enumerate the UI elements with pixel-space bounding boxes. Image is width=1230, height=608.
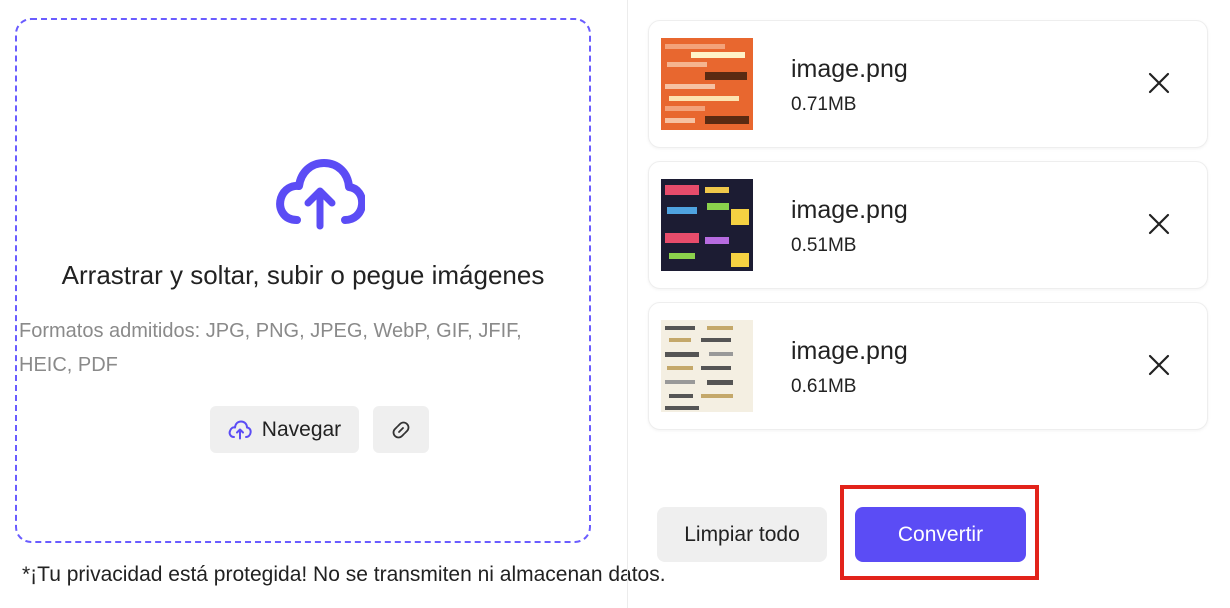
file-thumbnail [661,38,753,130]
convert-button[interactable]: Convertir [855,507,1026,562]
browse-label: Navegar [261,417,342,441]
file-card: image.png 0.61MB [648,302,1208,430]
file-card: image.png 0.51MB [648,161,1208,289]
cloud-upload-icon [276,159,365,230]
link-icon [392,421,410,438]
file-card: image.png 0.71MB [648,20,1208,148]
formats-line-2: HEIC, PDF [19,354,118,376]
supported-formats: Formatos admitidos: JPG, PNG, JPEG, WebP… [19,314,579,382]
remove-file-icon[interactable] [1147,212,1171,236]
file-thumbnail [661,320,753,412]
file-name: image.png [791,196,908,224]
cloud-upload-small-icon [228,420,252,439]
file-thumbnail [661,179,753,271]
paste-link-button[interactable] [373,406,429,453]
panel-divider [627,0,628,608]
remove-file-icon[interactable] [1147,71,1171,95]
privacy-note: *¡Tu privacidad está protegida! No se tr… [22,563,666,586]
file-size: 0.71MB [791,94,857,115]
file-size: 0.61MB [791,376,857,397]
file-size: 0.51MB [791,235,857,256]
browse-button[interactable]: Navegar [210,406,359,453]
drop-zone[interactable]: Arrastrar y soltar, subir o pegue imágen… [15,18,591,543]
clear-all-button[interactable]: Limpiar todo [657,507,827,562]
file-name: image.png [791,337,908,365]
drop-title: Arrastrar y soltar, subir o pegue imágen… [61,260,545,290]
formats-line-1: Formatos admitidos: JPG, PNG, JPEG, WebP… [19,320,522,342]
remove-file-icon[interactable] [1147,353,1171,377]
file-name: image.png [791,55,908,83]
